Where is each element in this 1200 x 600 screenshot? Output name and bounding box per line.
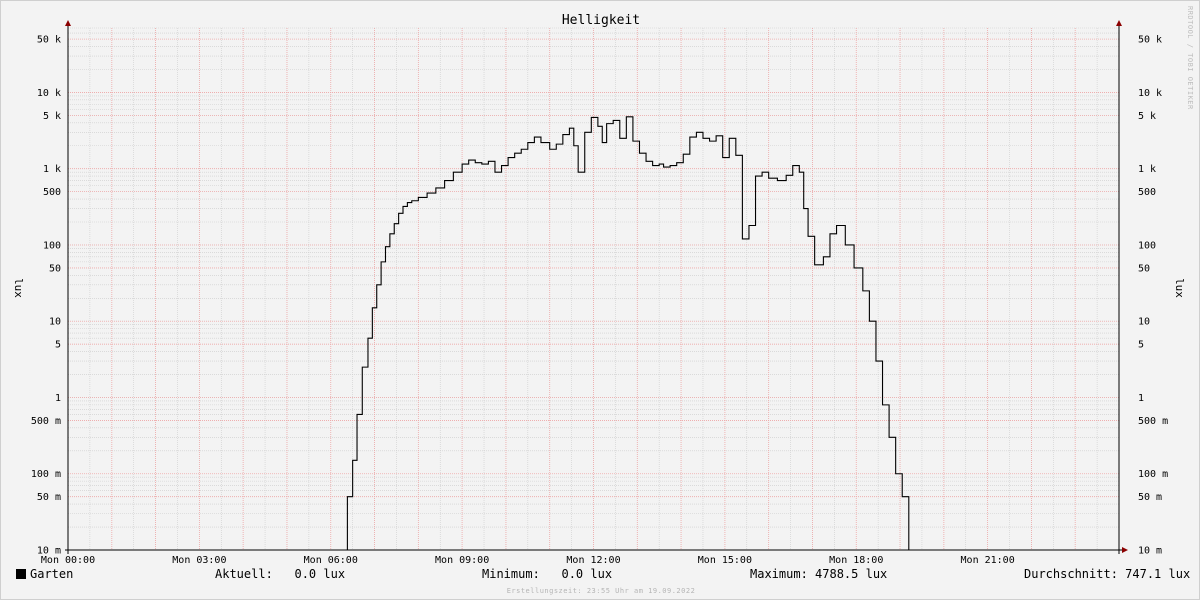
x-tick-label: Mon 00:00 bbox=[41, 555, 95, 566]
y-ticks-left: 50 k 10 k 5 k 1 k 500 100 50 10 5 1 500 m 100 m 50 m… bbox=[31, 35, 61, 557]
x-tick-label: Mon 15:00 bbox=[698, 555, 752, 566]
y-tick-label-left: 5 k bbox=[43, 111, 61, 122]
chart-frame: Helligkeit 50 k 10 k5 k1 k 500 100 50 10 5 1 500… bbox=[0, 0, 1200, 600]
y-tick-label-left: 1 k bbox=[43, 164, 61, 175]
legend-current-value: 0.0 lux bbox=[294, 567, 346, 581]
rrdtool-watermark: RRDTOOL / TOBI OETIKER bbox=[1186, 6, 1194, 110]
series-layer bbox=[68, 116, 1119, 551]
legend-avg-value: 747.1 lux bbox=[1125, 567, 1191, 581]
legend-min-label: Minimum: bbox=[482, 567, 540, 581]
y-tick-label-right: 10 m bbox=[1138, 546, 1162, 557]
y-tick-label-left: 10 k bbox=[37, 88, 61, 99]
y-axis-label-left: lux bbox=[12, 278, 25, 298]
legend-swatch bbox=[16, 569, 26, 579]
legend-min-value: 0.0 lux bbox=[561, 567, 613, 581]
y-tick-label-left: 100 m bbox=[31, 469, 61, 480]
x-tick-label: Mon 21:00 bbox=[961, 555, 1015, 566]
y-tick-label-left: 500 m bbox=[31, 416, 61, 427]
y-tick-label-right: 50 m bbox=[1138, 492, 1162, 503]
legend-max-label: Maximum: bbox=[750, 567, 808, 581]
y-axis-arrow-left bbox=[65, 20, 71, 26]
legend-avg-label: Durchschnitt: bbox=[1024, 567, 1118, 581]
y-tick-label-right: 50 bbox=[1138, 263, 1150, 274]
legend: Garten Aktuell: 0.0 lux Minimum: 0.0 lux… bbox=[1, 567, 1200, 585]
legend-current-label: Aktuell: bbox=[215, 567, 273, 581]
y-axis-arrow-right bbox=[1116, 20, 1122, 26]
x-axis-arrow bbox=[1122, 547, 1128, 553]
y-tick-label-left: 50 m bbox=[37, 492, 61, 503]
legend-series: Garten bbox=[16, 567, 73, 581]
y-tick-label-right: 100 bbox=[1138, 240, 1156, 251]
legend-current: Aktuell: 0.0 lux bbox=[215, 567, 345, 581]
brightness-chart: Helligkeit 50 k 10 k 5 k 1 k 500 100 50 10 5 1 500… bbox=[12, 6, 1194, 566]
series-line-garten bbox=[68, 116, 1119, 551]
x-tick-label: Mon 06:00 bbox=[304, 555, 358, 566]
y-tick-label-left: 500 bbox=[43, 187, 61, 198]
legend-average: Durchschnitt: 747.1 lux bbox=[1024, 567, 1190, 581]
x-ticks: Mon 00:00 Mon 03:00 Mon 06:00 Mon 09:00 Mon … bbox=[41, 555, 1015, 566]
legend-series-label: Garten bbox=[30, 567, 74, 581]
y-tick-label-right: 5 bbox=[1138, 340, 1144, 351]
x-tick-label: Mon 09:00 bbox=[435, 555, 489, 566]
y-tick-label-right: 50 k bbox=[1138, 35, 1162, 46]
y-tick-label-right: 500 bbox=[1138, 187, 1156, 198]
y-tick-label-left: 50 k bbox=[37, 35, 61, 46]
x-tick-label: Mon 12:00 bbox=[566, 555, 620, 566]
y-ticks-right: 50 k 10 k 5 k 1 k 500 100 50 10 5 1 500 m 100 m 50 m… bbox=[1138, 35, 1168, 557]
creation-time-footer: Erstellungszeit: 23:55 Uhr am 19.09.2022 bbox=[506, 587, 696, 595]
legend-maximum: Maximum: 4788.5 lux bbox=[750, 567, 887, 581]
y-axis-label-right: lux bbox=[1173, 278, 1186, 298]
y-tick-label-left: 100 bbox=[43, 240, 61, 251]
y-tick-label-left: 50 bbox=[49, 263, 61, 274]
major-grid bbox=[67, 28, 1120, 551]
legend-max-value: 4788.5 lux bbox=[815, 567, 888, 581]
y-tick-label-right: 100 m bbox=[1138, 469, 1168, 480]
y-tick-label-left: 5 bbox=[55, 340, 61, 351]
y-tick-label-left: 1 bbox=[55, 393, 61, 404]
x-tick-label: Mon 03:00 bbox=[172, 555, 226, 566]
y-tick-label-right: 10 bbox=[1138, 317, 1150, 328]
legend-minimum: Minimum: 0.0 lux bbox=[482, 567, 612, 581]
x-tick-label: Mon 18:00 bbox=[829, 555, 883, 566]
y-tick-label-right: 5 k bbox=[1138, 111, 1156, 122]
chart-title: Helligkeit bbox=[562, 13, 640, 28]
y-tick-label-right: 1 bbox=[1138, 393, 1144, 404]
y-tick-label-right: 500 m bbox=[1138, 416, 1168, 427]
y-tick-label-right: 10 k bbox=[1138, 88, 1162, 99]
y-tick-label-left: 10 bbox=[49, 317, 61, 328]
y-tick-label-right: 1 k bbox=[1138, 164, 1156, 175]
